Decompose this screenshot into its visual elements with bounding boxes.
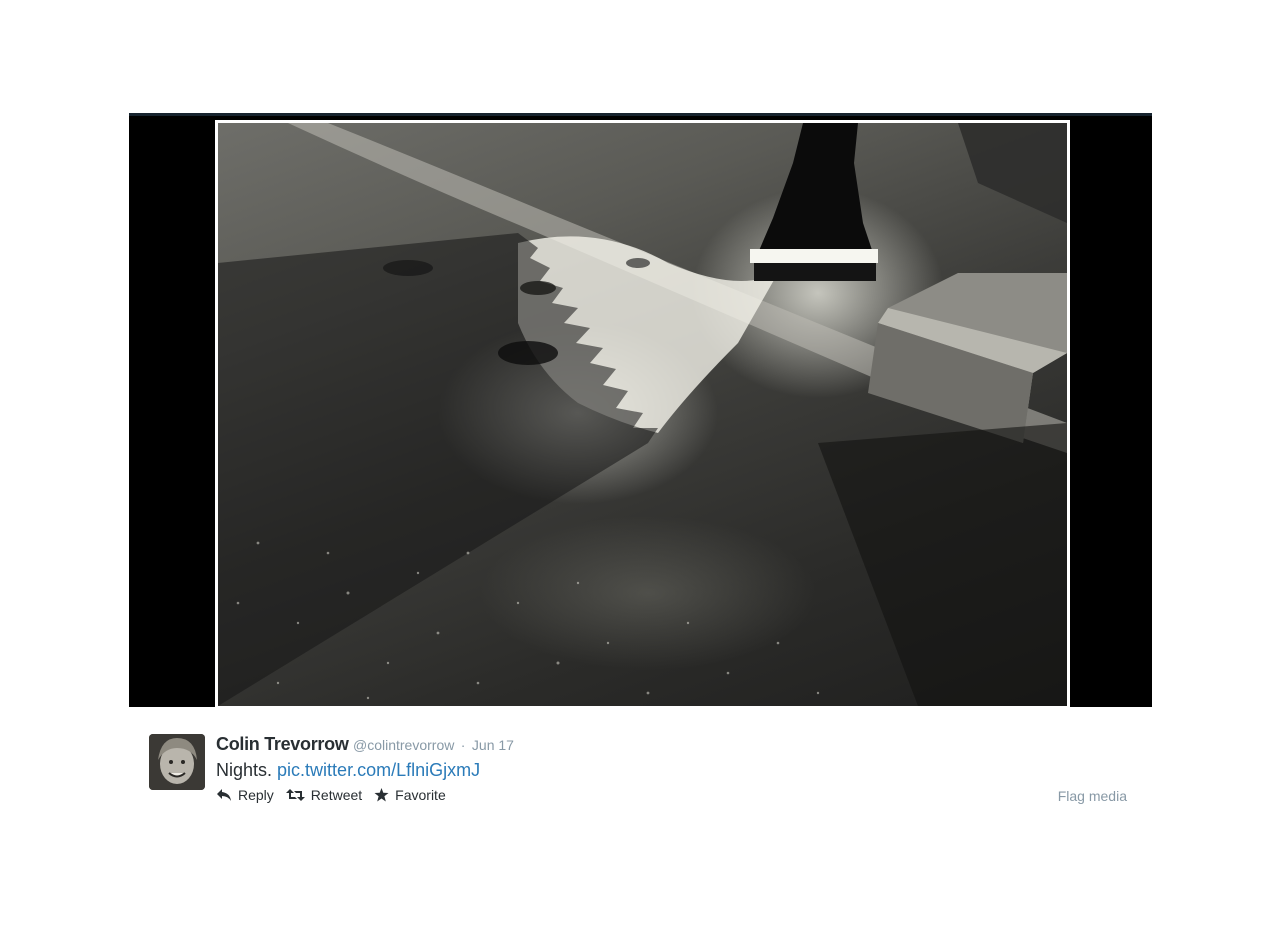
photo-scene [218,123,1067,706]
puddle [520,281,556,295]
retweet-button[interactable]: Retweet [285,787,363,803]
tweet-media-link[interactable]: pic.twitter.com/LflniGjxmJ [277,760,480,780]
retweet-label: Retweet [310,787,363,803]
photo-frame [215,120,1070,709]
user-fullname[interactable]: Colin Trevorrow [216,734,349,754]
tweet: Colin Trevorrow @colintrevorrow · Jun 17… [149,733,1129,813]
avatar-portrait [149,734,205,790]
tweet-text: Nights. pic.twitter.com/LflniGjxmJ [216,758,480,782]
media-viewer [129,113,1152,709]
avatar[interactable] [149,734,205,790]
shadow-area [818,423,1067,706]
lamp-base [754,263,876,281]
user-handle[interactable]: @colintrevorrow [353,737,454,753]
flag-media-link[interactable]: Flag media [1058,788,1127,804]
tweet-actions: Reply Retweet Favorite [216,787,458,803]
tweet-photo[interactable] [218,123,1067,706]
tweet-header: Colin Trevorrow @colintrevorrow · Jun 17 [216,733,514,757]
lamp-base-light [750,249,878,263]
favorite-button[interactable]: Favorite [374,787,446,803]
favorite-label: Favorite [395,787,446,803]
puddle [626,258,650,268]
star-icon [374,788,389,802]
reply-button[interactable]: Reply [216,787,274,803]
tweet-timestamp[interactable]: Jun 17 [472,737,514,753]
lamp-post [758,123,873,253]
puddle [498,341,558,365]
retweet-icon [285,789,305,801]
bench-back [958,123,1067,223]
puddle [383,260,433,276]
reply-icon [217,789,231,801]
reply-label: Reply [238,787,274,803]
separator-dot: · [460,737,466,753]
tweet-text-body: Nights. [216,760,273,780]
